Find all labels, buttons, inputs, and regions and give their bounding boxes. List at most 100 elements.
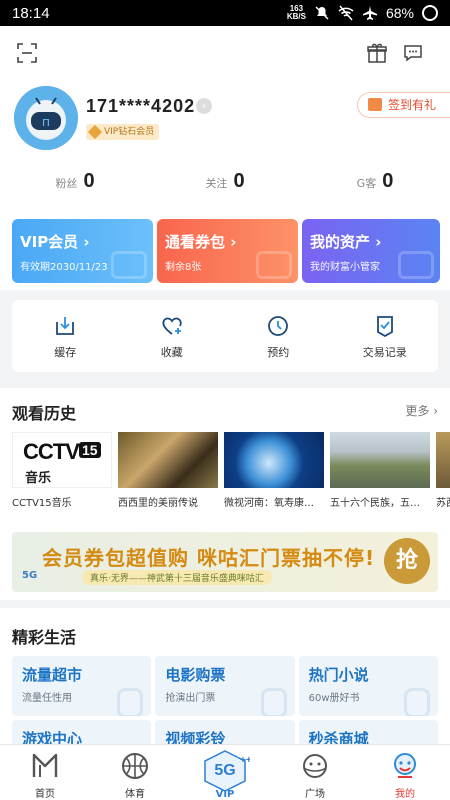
tile-watermark-icon [403,688,430,716]
quick-favorites[interactable]: 收藏 [119,300,226,372]
tile-data-market[interactable]: 流量超市 流量任性用 [12,656,152,716]
tile-watermark-icon [260,688,287,716]
profile-face-icon [394,753,416,778]
stat-following[interactable]: 关注 0 [150,170,300,193]
history-item[interactable]: 五十六个民族，五… [330,432,430,509]
profile-section: П 171****4202 › VIP钻石会员 签到有礼 粉丝 0 关注 0 G客 0… [0,80,450,290]
history-item[interactable]: 微视河南：氧寿康… [224,432,324,509]
card-watermark-icon [256,251,292,279]
banner-subtitle: 真乐·无界——神武第十三届音乐盛典咪咕汇 [82,570,272,585]
stat-gke[interactable]: G客 0 [300,170,450,193]
vip-badge-label: VIP钻石会员 [104,127,155,137]
basketball-icon [122,753,148,779]
wifi-off-icon [338,5,354,21]
top-bar [0,26,450,80]
battery-icon [422,5,438,21]
chevron-right-icon[interactable]: › [196,98,212,114]
tab-sports[interactable]: 体育 [90,745,180,800]
history-thumbnail: CCTV 15 音乐 [12,432,112,488]
card-title: 通看券包 › [165,233,237,251]
migu-logo-icon [32,753,58,777]
tile-title: 流量超市 [22,666,83,684]
tile-title: 热门小说 [308,666,369,684]
wonderful-life-section: 精彩生活 流量超市 流量任性用 电影购票 抢演出门票 热门小说 60w册好书 游戏中心… [0,608,450,780]
history-thumbnail [330,432,430,488]
history-thumbnail [118,432,218,488]
cctv-channel-number: 15 [79,442,101,458]
history-caption: 苏西 [436,498,450,509]
download-icon [56,317,75,335]
robot-avatar-icon: П [14,86,78,150]
tab-plaza[interactable]: 广场 [270,745,360,800]
more-label: 更多 [405,404,430,418]
gift-icon[interactable] [366,42,388,64]
tab-vip[interactable]: 5G ++ VIP [180,745,270,800]
message-icon[interactable] [402,42,424,64]
stat-label: 关注 [205,177,228,190]
tab-label: 首页 [35,789,55,800]
signin-button[interactable]: 签到有礼 [356,92,450,118]
username[interactable]: 171****4202 [86,96,195,117]
grab-button[interactable]: 抢 [384,538,430,584]
signin-label: 签到有礼 [387,98,436,112]
banner-headline: 会员券包超值购 咪咕汇门票抽不停! [42,546,376,570]
vip-badge[interactable]: VIP钻石会员 [86,124,160,140]
quick-label: 预约 [267,346,290,359]
scan-icon[interactable] [16,42,38,64]
tab-home[interactable]: 首页 [0,745,90,800]
svg-text:5G: 5G [214,762,235,779]
diamond-icon [87,124,103,140]
card-watermark-icon [398,251,434,279]
vip-member-card[interactable]: VIP会员 › 有效期2030/11/23 [12,219,153,283]
tile-movie-tickets[interactable]: 电影购票 抢演出门票 [155,656,295,716]
tab-label: 体育 [125,789,145,800]
coupon-pack-card[interactable]: 通看券包 › 剩余8张 [157,219,298,283]
membership-cards: VIP会员 › 有效期2030/11/23 通看券包 › 剩余8张 我的资产 ›… [12,219,440,283]
tab-mine[interactable]: 我的 [360,745,450,800]
history-thumbnail [436,432,450,488]
history-item[interactable]: 苏西 [436,432,450,509]
tile-hot-novels[interactable]: 热门小说 60w册好书 [298,656,438,716]
calendar-icon [367,98,382,111]
stat-value: 0 [83,170,95,192]
banner-5g-logo: 5G [22,570,38,581]
history-item[interactable]: CCTV 15 音乐 CCTV15音乐 [12,432,112,509]
avatar[interactable]: П [14,86,78,150]
quick-reservations[interactable]: 预约 [225,300,332,372]
quick-label: 缓存 [54,346,77,359]
receipt-check-icon [376,316,393,338]
heart-plus-icon [162,317,182,335]
watch-history-section: 观看历史 更多 › CCTV 15 音乐 CCTV15音乐 西西里的美丽传说 微… [0,388,450,600]
quick-download[interactable]: 缓存 [12,300,119,372]
quick-transactions[interactable]: 交易记录 [332,300,439,372]
tab-label: 我的 [395,789,415,800]
svg-text:++: ++ [240,755,250,766]
history-thumbnail [224,432,324,488]
card-title: 我的资产 › [310,233,382,251]
stat-fans[interactable]: 粉丝 0 [0,170,150,193]
my-assets-card[interactable]: 我的资产 › 我的财富小管家 [302,219,440,283]
bottom-tab-bar: 首页 体育 5G ++ VIP 广场 我的 [0,744,450,800]
5g-vip-badge-icon: 5G ++ [204,750,250,792]
stat-value: 0 [382,170,394,192]
clock-icon [268,316,289,336]
svg-text:П: П [42,118,49,129]
quick-actions: 缓存 收藏 预约 交易记录 [12,300,438,372]
quick-label: 交易记录 [362,346,407,359]
history-caption: 五十六个民族，五… [330,498,420,509]
history-list: CCTV 15 音乐 CCTV15音乐 西西里的美丽传说 微视河南：氧寿康… 五… [12,432,450,509]
status-time: 18:14 [12,4,50,22]
net-speed: 163 KB/S [287,5,306,21]
planet-face-icon [303,754,327,778]
card-watermark-icon [111,251,147,279]
promo-banner[interactable]: 会员券包超值购 咪咕汇门票抽不停! 5G 真乐·无界——神武第十三届音乐盛典咪咕… [12,532,438,592]
net-speed-unit: KB/S [286,12,306,21]
section-title: 精彩生活 [12,628,77,647]
mute-bell-icon [315,6,329,20]
stat-label: G客 [356,177,377,190]
tab-label: 广场 [305,789,325,800]
more-link[interactable]: 更多 › [405,402,438,419]
history-item[interactable]: 西西里的美丽传说 [118,432,218,509]
history-caption: 微视河南：氧寿康… [224,498,314,509]
airplane-icon [362,6,377,20]
